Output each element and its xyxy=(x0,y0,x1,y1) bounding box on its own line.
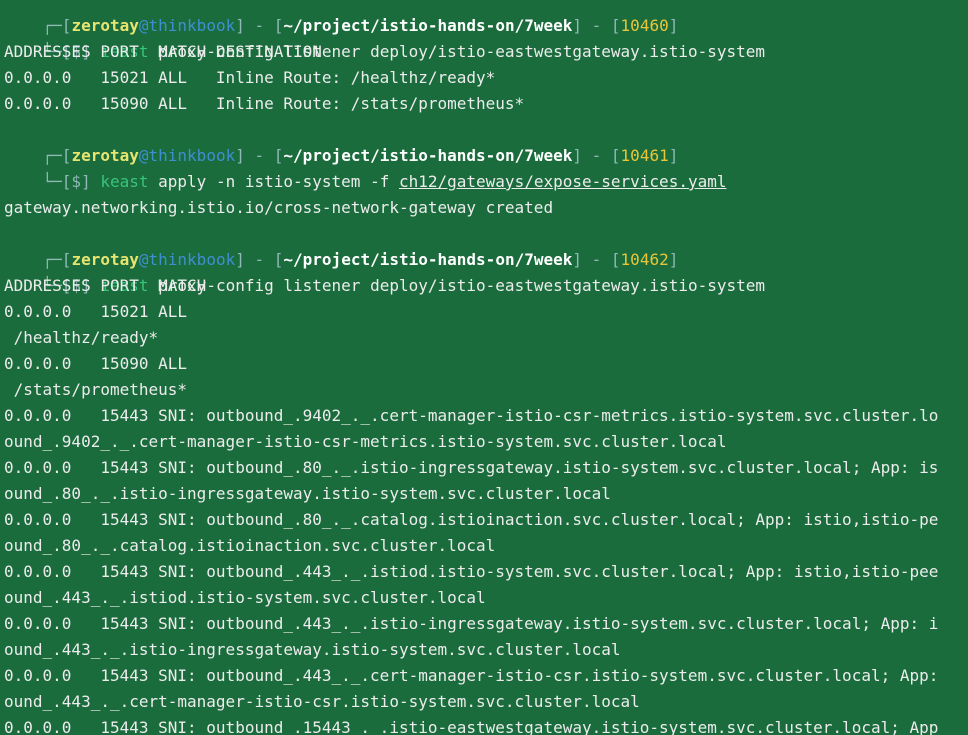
command-line: └─[$] ieast proxy-config listener deploy… xyxy=(4,247,765,295)
output-line: ADDRESSES PORT MATCH DESTINATION xyxy=(4,42,322,61)
command-line: └─[$] keast apply -n istio-system -f ch1… xyxy=(4,143,727,191)
output-line: 0.0.0.0 15443 SNI: outbound_.9402_._.cer… xyxy=(4,406,939,425)
output-line: gateway.networking.istio.io/cross-networ… xyxy=(4,198,554,217)
output-line: ound_.80_._.catalog.istioinaction.svc.cl… xyxy=(4,536,496,555)
command-args: proxy-config listener deploy/istio-eastw… xyxy=(148,276,766,295)
output-line: /healthz/ready* xyxy=(4,328,159,347)
output-line: ound_.443_._.istio-ingressgateway.istio-… xyxy=(4,640,621,659)
output-line: 0.0.0.0 15021 ALL xyxy=(4,302,188,321)
output-line: 0.0.0.0 15090 ALL xyxy=(4,354,188,373)
output-line: 0.0.0.0 15443 SNI: outbound_.15443_._.is… xyxy=(4,718,939,735)
output-line: ADDRESSES PORT MATCH xyxy=(4,276,207,295)
output-line: 0.0.0.0 15443 SNI: outbound_.80_._.istio… xyxy=(4,458,939,477)
output-line: ound_.9402_._.cert-manager-istio-csr-met… xyxy=(4,432,727,451)
command-line: └─[$] ieast proxy-config listener deploy… xyxy=(4,13,765,61)
output-line: ound_.80_._.istio-ingressgateway.istio-s… xyxy=(4,484,611,503)
terminal-window[interactable]: ┌─[zerotay@thinkbook] - [~/project/istio… xyxy=(0,0,968,735)
file-path-link[interactable]: ch12/gateways/expose-services.yaml xyxy=(399,172,727,191)
prompt-header: ┌─[zerotay@thinkbook] - [~/project/istio… xyxy=(4,221,679,269)
output-line: /stats/prometheus* xyxy=(4,380,188,399)
output-line: 0.0.0.0 15443 SNI: outbound_.443_._.isti… xyxy=(4,614,939,633)
output-line: 0.0.0.0 15443 SNI: outbound_.443_._.isti… xyxy=(4,562,939,581)
prompt-header: ┌─[zerotay@thinkbook] - [~/project/istio… xyxy=(4,117,679,165)
command-alias: keast xyxy=(100,172,149,191)
output-line: ound_.443_._.cert-manager-istio-csr.isti… xyxy=(4,692,640,711)
prompt-header: ┌─[zerotay@thinkbook] - [~/project/istio… xyxy=(4,0,679,35)
command-args: apply -n istio-system -f xyxy=(148,172,399,191)
output-line: 0.0.0.0 15090 ALL Inline Route: /stats/p… xyxy=(4,94,525,113)
prompt-corner: └─ xyxy=(42,172,62,191)
prompt-dollar: [$] xyxy=(61,172,91,191)
output-line: 0.0.0.0 15443 SNI: outbound_.443_._.cert… xyxy=(4,666,939,685)
output-line: 0.0.0.0 15443 SNI: outbound_.80_._.catal… xyxy=(4,510,939,529)
output-line: ound_.443_._.istiod.istio-system.svc.clu… xyxy=(4,588,486,607)
output-line: 0.0.0.0 15021 ALL Inline Route: /healthz… xyxy=(4,68,496,87)
